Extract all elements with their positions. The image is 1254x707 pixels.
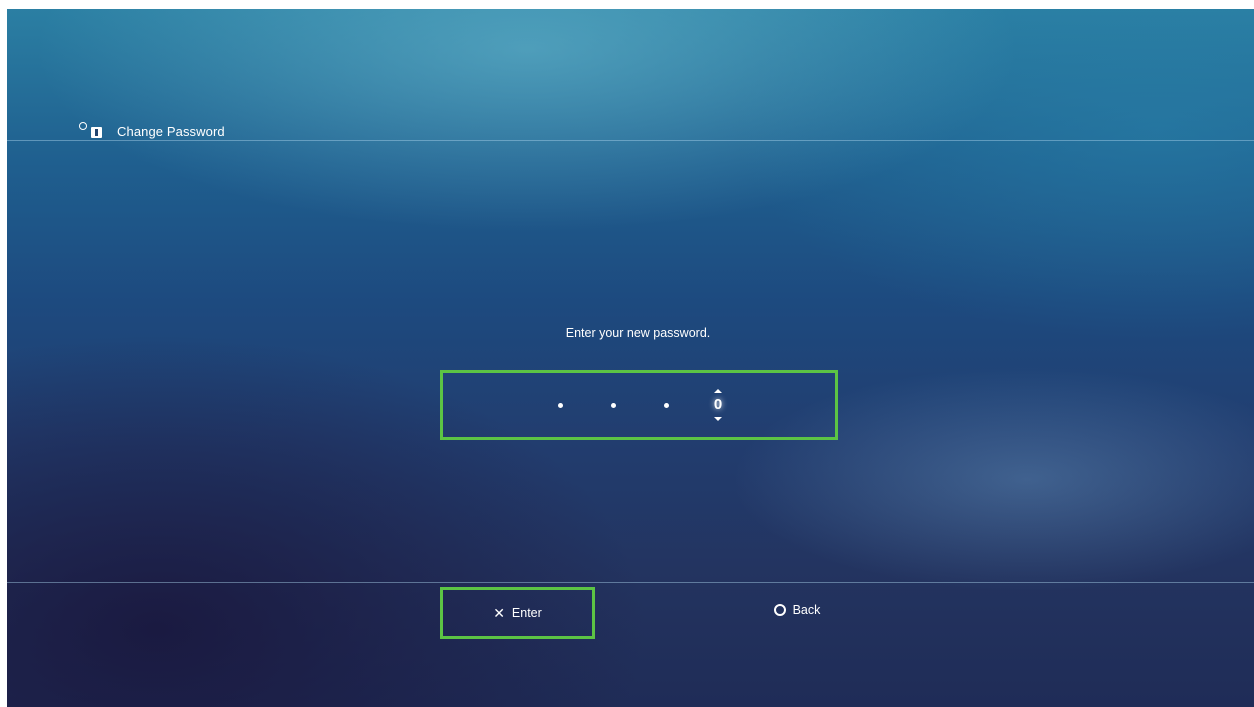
enter-label: Enter	[511, 606, 542, 620]
footer-divider	[7, 582, 1254, 583]
parental-control-icon	[79, 120, 109, 142]
back-label: Back	[792, 603, 821, 617]
password-input[interactable]: 0	[440, 370, 838, 440]
password-prompt: Enter your new password.	[565, 326, 711, 340]
increment-arrow-icon	[714, 389, 722, 393]
header: Change Password	[79, 119, 225, 143]
masked-digit	[656, 393, 676, 417]
circle-button-icon	[773, 604, 786, 616]
enter-button[interactable]: ✕ Enter	[440, 587, 595, 639]
page-title: Change Password	[117, 123, 225, 139]
cross-button-icon: ✕	[493, 604, 505, 621]
password-screen: Change Password Enter your new password.…	[7, 9, 1254, 707]
masked-digit	[603, 393, 623, 417]
masked-digit	[550, 393, 570, 417]
current-digit-value: 0	[713, 396, 723, 413]
back-button[interactable]: Back	[737, 587, 857, 633]
current-digit-spinner[interactable]: 0	[708, 389, 728, 421]
decrement-arrow-icon	[714, 417, 722, 421]
